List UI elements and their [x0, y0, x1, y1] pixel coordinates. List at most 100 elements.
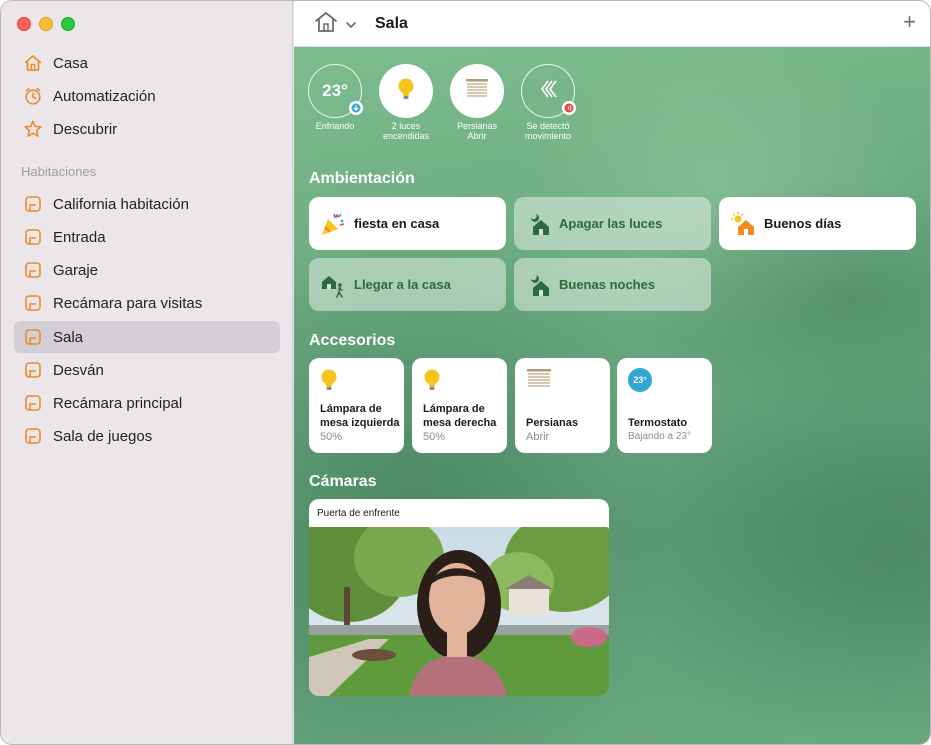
sidebar-item-label: Recámara principal	[53, 394, 183, 412]
sidebar-item-label: Recámara para visitas	[53, 294, 203, 312]
accessory-tile[interactable]: Lámpara de mesa izquierda 50%	[309, 358, 404, 453]
sidebar-item-label: Entrada	[53, 228, 106, 246]
minimize-button[interactable]	[39, 17, 53, 31]
sidebar-item-label: Garaje	[53, 261, 99, 279]
scene-label: Buenos días	[764, 216, 842, 231]
status-circle	[450, 64, 504, 118]
sidebar-item-room[interactable]: Entrada	[14, 221, 280, 253]
scene-tile[interactable]: Buenas noches	[514, 258, 711, 311]
blinds-icon	[526, 368, 599, 394]
status-label: Persianas	[456, 121, 498, 131]
accessory-name: mesa izquierda	[320, 417, 400, 429]
sidebar-item-descubrir[interactable]: Descubrir	[14, 113, 280, 145]
house-icon	[23, 53, 43, 73]
status-circle	[379, 64, 433, 118]
lightbulb-icon	[320, 368, 393, 394]
scene-label: fiesta en casa	[354, 216, 440, 231]
accessory-status: 50%	[320, 431, 343, 443]
accessory-status: Bajando a 23°	[628, 431, 691, 442]
status-circle	[521, 64, 576, 118]
accessory-name: Lámpara de	[423, 403, 485, 415]
scene-tile[interactable]: Buenos días	[719, 197, 916, 250]
lightbulb-icon	[423, 368, 496, 394]
status-lights[interactable]: 2 luces encendidas	[371, 64, 441, 141]
sidebar-item-label: Automatización	[53, 87, 156, 105]
scene-label: Llegar a la casa	[354, 277, 451, 292]
camera-tile[interactable]: Puerta de enfrente	[309, 499, 609, 696]
window-controls	[17, 17, 75, 31]
room-icon	[23, 360, 43, 380]
scene-tile[interactable]: fiesta en casa	[309, 197, 506, 250]
sidebar-item-label: Desván	[53, 361, 104, 379]
scene-label: Apagar las luces	[559, 216, 663, 231]
house-icon	[314, 11, 338, 38]
house-moon-icon	[525, 272, 551, 298]
motion-sensor-icon	[536, 78, 560, 105]
accessory-tile[interactable]: 23° Termostato Bajando a 23°	[617, 358, 712, 453]
sidebar-item-automatizacion[interactable]: Automatización	[14, 80, 280, 112]
sidebar-item-room[interactable]: California habitación	[14, 188, 280, 220]
accessory-tile[interactable]: Lámpara de mesa derecha 50%	[412, 358, 507, 453]
room-icon	[23, 327, 43, 347]
arrow-down-icon	[349, 101, 363, 115]
accessory-status: 50%	[423, 431, 446, 443]
sidebar-item-label: Sala de juegos	[53, 427, 153, 445]
thermostat-badge: 23°	[628, 368, 652, 392]
zoom-button[interactable]	[61, 17, 75, 31]
motion-alert-icon	[562, 101, 576, 115]
home-menu-button[interactable]	[314, 11, 356, 38]
cameras-heading: Cámaras	[309, 473, 377, 490]
status-label: 2 luces	[391, 121, 421, 131]
toolbar: Sala +	[294, 1, 930, 47]
accessory-status: Abrir	[526, 431, 550, 443]
temperature-value: 23°	[322, 81, 348, 100]
room-icon	[23, 293, 43, 313]
scene-label: Buenas noches	[559, 277, 656, 292]
accessory-tile[interactable]: Persianas Abrir	[515, 358, 610, 453]
house-sun-icon	[730, 211, 756, 237]
accessory-name: mesa derecha	[423, 417, 497, 429]
sidebar-item-room[interactable]: Sala de juegos	[14, 420, 280, 452]
accessory-name: Termostato	[628, 417, 688, 429]
close-button[interactable]	[17, 17, 31, 31]
house-person-icon	[320, 272, 346, 298]
room-icon	[23, 426, 43, 446]
sidebar-item-casa[interactable]: Casa	[14, 47, 280, 79]
home-app-window: Casa Automatización Descubrir Habitacion…	[0, 0, 931, 745]
scenes-heading: Ambientación	[309, 170, 415, 187]
room-icon	[23, 227, 43, 247]
scene-tile[interactable]: Apagar las luces	[514, 197, 711, 250]
sidebar-item-label: Descubrir	[53, 120, 118, 138]
thermostat-icon: 23°	[628, 368, 701, 394]
star-icon	[23, 119, 43, 139]
status-label: Abrir	[467, 131, 487, 141]
status-label: encendidas	[382, 131, 430, 141]
accessory-name: Lámpara de	[320, 403, 382, 415]
accessory-name: Persianas	[526, 417, 578, 429]
add-button[interactable]: +	[903, 11, 916, 33]
scene-tile[interactable]: Llegar a la casa	[309, 258, 506, 311]
blinds-icon	[465, 78, 489, 105]
room-icon	[23, 194, 43, 214]
sidebar-item-room[interactable]: Desván	[14, 354, 280, 386]
accessories-heading: Accesorios	[309, 332, 396, 349]
main-content: Sala + 23° Enfriando 2 luces encendidas …	[294, 1, 930, 744]
sidebar-item-room[interactable]: Recámara principal	[14, 387, 280, 419]
camera-title: Puerta de enfrente	[317, 507, 400, 519]
status-blinds[interactable]: Persianas Abrir	[442, 64, 512, 141]
sidebar-item-room-selected[interactable]: Sala	[14, 321, 280, 353]
sidebar-item-room[interactable]: Recámara para visitas	[14, 287, 280, 319]
status-temperature[interactable]: 23° Enfriando	[300, 64, 370, 131]
sidebar: Casa Automatización Descubrir Habitacion…	[1, 1, 293, 744]
chevron-down-icon	[346, 16, 356, 34]
lightbulb-icon	[397, 77, 415, 106]
camera-feed	[309, 512, 609, 696]
status-label: movimiento	[524, 131, 571, 141]
status-label: Se detectó	[526, 121, 570, 131]
room-icon	[23, 260, 43, 280]
rooms-section-title: Habitaciones	[21, 164, 97, 179]
status-motion[interactable]: Se detectó movimiento	[513, 64, 583, 141]
house-moon-icon	[525, 211, 551, 237]
status-circle: 23°	[308, 64, 363, 118]
sidebar-item-room[interactable]: Garaje	[14, 254, 280, 286]
